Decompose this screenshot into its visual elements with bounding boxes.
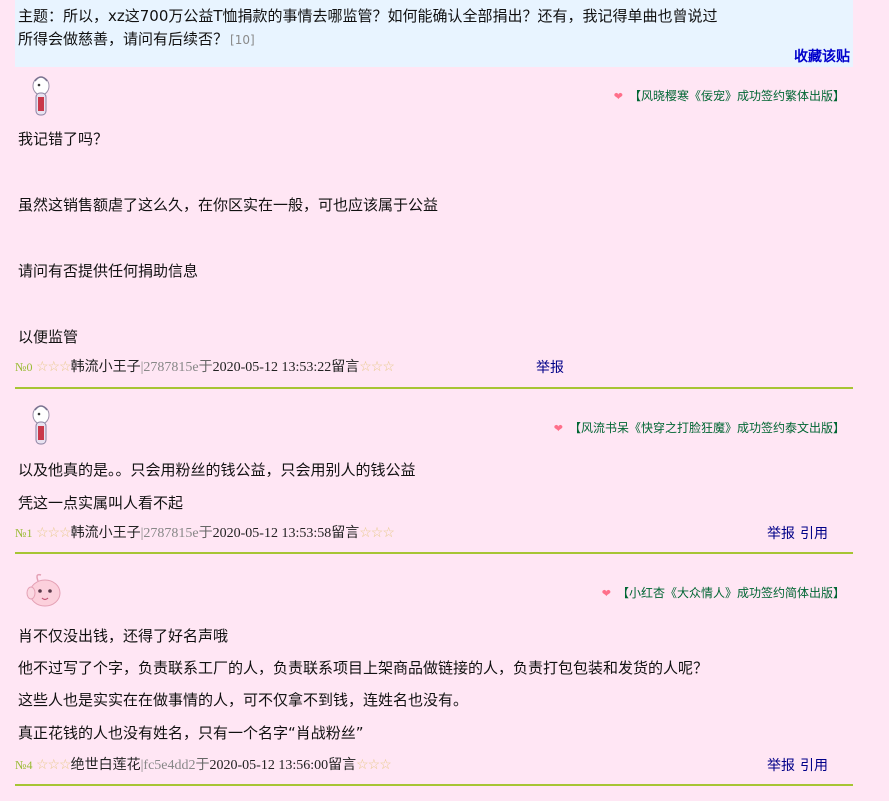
post-line: 凭这一点实属叫人看不起 [18,494,184,512]
author-name[interactable]: 韩流小王子 [71,526,141,541]
topic-line-2-text: 所得会做慈善，请问有后续否？ [18,30,229,48]
promo-text: 【风晓樱寒《佞宠》成功签约繁体出版】 [628,89,845,103]
author-name[interactable]: 绝世白莲花 [71,758,141,773]
topic-line-1: 主题：所以，xz这700万公益T恤捐款的事情去哪监管？如何能确认全部捐出？还有，… [18,7,718,25]
post-line: 他不过写了个字，负责联系工厂的人，负责联系项目上架商品做链接的人，负责打包包装和… [18,659,709,677]
stars-left: ☆☆☆ [35,758,72,773]
stars-right: ☆☆☆ [359,360,395,375]
floor-number: №1 [15,526,33,540]
post-datetime: 2020-05-12 13:53:22 [212,360,332,375]
promo-text: 【风流书呆《快穿之打脸狂魔》成功签约泰文出版】 [568,421,845,435]
liuyan-text: 留言 [328,758,357,773]
post-line: 这些人也是实实在在做事情的人，可不仅拿不到钱，连姓名也没有。 [18,691,469,709]
post-divider [15,784,853,786]
promo-text: 【小红杏《大众情人》成功签约简体出版】 [616,586,845,600]
post: ❤ 【小红杏《大众情人》成功签约简体出版】 肖不仅没出钱，还得了好名声哦 他不过写… [15,557,853,801]
author-uid: |2787815e [140,360,199,375]
post-meta: №0 ☆☆☆韩流小王子|2787815e于2020-05-12 13:53:22… [15,356,395,376]
post-divider [15,552,853,554]
author-uid: |2787815e [140,526,199,541]
promo-link[interactable]: ❤ 【风晓樱寒《佞宠》成功签约繁体出版】 [614,87,845,104]
stars-right: ☆☆☆ [356,758,392,773]
avatar-pink-blob-icon [26,573,61,607]
post: ❤ 【风流书呆《快穿之打脸狂魔》成功签约泰文出版】 以及他真的是。。只会用粉丝的钱… [15,392,853,557]
yu-text: 于 [198,526,213,541]
post-meta: №4 ☆☆☆绝世白莲花|fc5e4dd2于2020-05-12 13:56:00… [15,754,392,774]
report-link[interactable]: 举报 [536,357,564,377]
report-link[interactable]: 举报 [767,523,795,543]
post: ❤ 【风晓樱寒《佞宠》成功签约繁体出版】 我记错了吗？ 虽然这销售额虐了这么久，在… [15,67,853,392]
liuyan-text: 留言 [331,526,360,541]
reply-count: [10] [230,33,255,47]
heart-icon: ❤ [601,587,611,600]
heart-icon: ❤ [613,90,623,103]
stars-right: ☆☆☆ [359,526,395,541]
avatar-bird-icon [32,405,50,445]
yu-text: 于 [198,360,213,375]
post-divider [15,387,853,389]
topic-line-2: 所得会做慈善，请问有后续否？ [10] [18,28,848,52]
post-line: 以及他真的是。。只会用粉丝的钱公益，只会用别人的钱公益 [18,461,416,479]
post-line: 肖不仅没出钱，还得了好名声哦 [18,627,229,645]
post-line: 虽然这销售额虐了这么久，在你区实在一般，可也应该属于公益 [18,196,439,214]
yu-text: 于 [195,758,210,773]
post-line: 我记错了吗？ [18,130,109,148]
post-datetime: 2020-05-12 13:53:58 [212,526,332,541]
stars-left: ☆☆☆ [35,360,72,375]
heart-icon: ❤ [553,422,563,435]
post-line: 以便监管 [18,328,79,346]
post-line: 真正花钱的人也没有姓名，只有一个名字“肖战粉丝” [18,724,364,742]
post-line: 请问有否提供任何捐助信息 [18,262,199,280]
post-datetime: 2020-05-12 13:56:00 [209,758,329,773]
stars-left: ☆☆☆ [35,526,72,541]
promo-link[interactable]: ❤ 【风流书呆《快穿之打脸狂魔》成功签约泰文出版】 [554,419,845,436]
liuyan-text: 留言 [331,360,360,375]
quote-link[interactable]: 引用 [800,523,828,543]
topic-header: 主题：所以，xz这700万公益T恤捐款的事情去哪监管？如何能确认全部捐出？还有，… [15,0,853,67]
author-uid: |fc5e4dd2 [140,758,196,773]
favorite-post-link[interactable]: 收藏该贴 [794,46,850,66]
floor-number: №0 [15,360,33,374]
topic-title: 主题：所以，xz这700万公益T恤捐款的事情去哪监管？如何能确认全部捐出？还有，… [18,5,848,52]
post-meta: №1 ☆☆☆韩流小王子|2787815e于2020-05-12 13:53:58… [15,522,395,542]
author-name[interactable]: 韩流小王子 [71,360,141,375]
promo-link[interactable]: ❤ 【小红杏《大众情人》成功签约简体出版】 [602,584,845,601]
avatar-bird-icon [32,76,50,116]
quote-link[interactable]: 引用 [800,755,828,775]
report-link[interactable]: 举报 [767,755,795,775]
floor-number: №4 [15,758,33,772]
